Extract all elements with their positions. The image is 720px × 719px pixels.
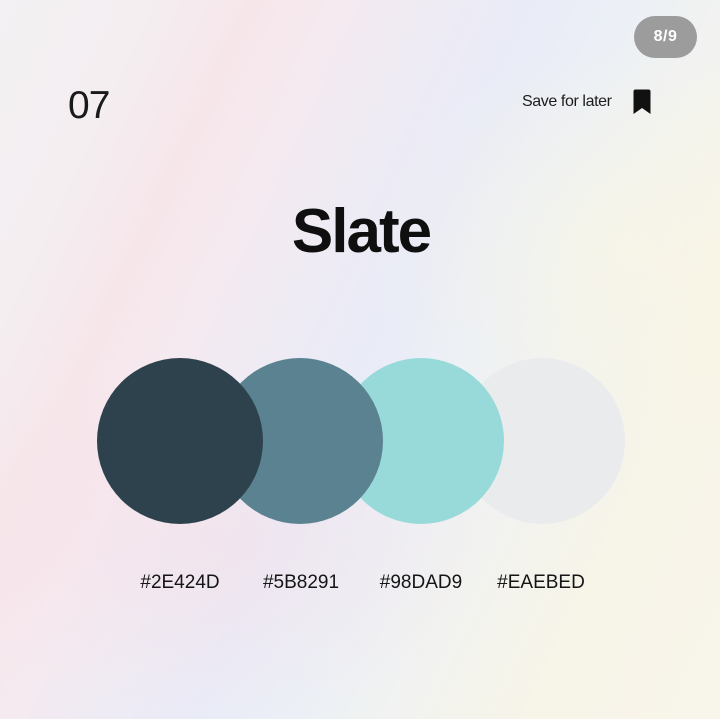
page-indicator-badge: 8/9 — [634, 16, 697, 58]
palette-number: 07 — [68, 84, 110, 127]
color-swatch-2e424d — [97, 358, 263, 524]
color-hex-label-4: #EAEBED — [497, 572, 585, 593]
color-hex-label-1: #2E424D — [140, 572, 220, 593]
bookmark-icon[interactable] — [632, 89, 652, 115]
color-hex-label-2: #5B8291 — [262, 572, 340, 593]
color-hex-label-3: #98DAD9 — [379, 572, 463, 593]
save-for-later-button[interactable]: Save for later — [522, 89, 652, 115]
save-for-later-label: Save for later — [522, 93, 612, 110]
palette-title: Slate — [291, 197, 432, 266]
